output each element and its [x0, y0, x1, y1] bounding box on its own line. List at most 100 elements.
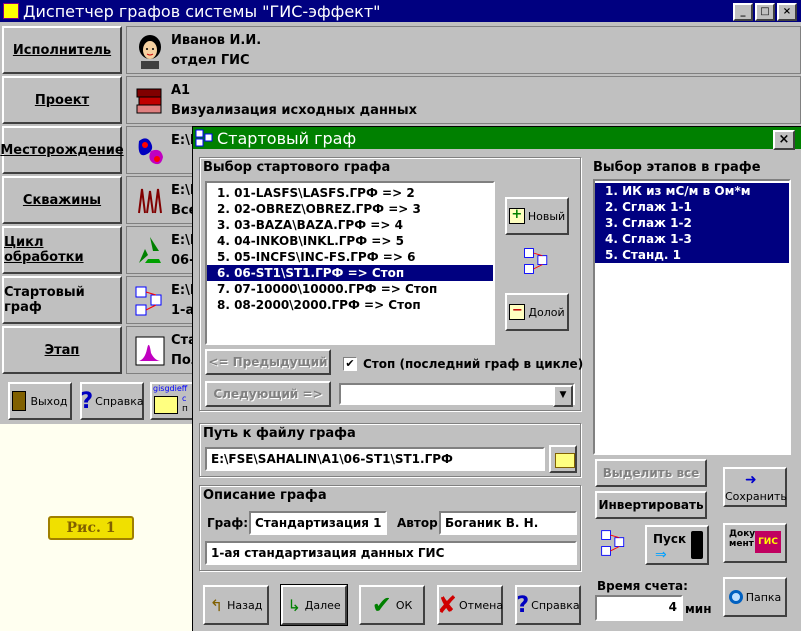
description-label: Описание графа [203, 488, 327, 503]
stages-label: Выбор этапов в графе [593, 160, 761, 175]
main-window-title: Диспетчер графов системы "ГИС-эффект" [23, 1, 381, 21]
stop-checkbox[interactable]: ✔ [343, 357, 357, 371]
question-icon: ? [516, 592, 530, 618]
prev-graph-button[interactable]: <= Предыдущий [205, 349, 331, 375]
run-button[interactable]: Пуск ⇒ [645, 525, 709, 565]
graph-list-item[interactable]: 1. 01-LASFS\LASFS.ГРФ => 2 [207, 185, 493, 201]
graph-select-dropdown[interactable]: ▼ [339, 383, 575, 407]
app-icon [3, 3, 19, 19]
project-name: Визуализация исходных данных [171, 103, 418, 118]
graph-list-item[interactable]: 8. 08-2000\2000.ГРФ => Стоп [207, 297, 493, 313]
main-help-button[interactable]: ? Справка [80, 382, 144, 420]
stage-list-item[interactable]: 2. Сглаж 1-1 [595, 199, 789, 215]
next-graph-button[interactable]: Следующий => [205, 381, 331, 407]
dialog-help-button[interactable]: ? Справка [515, 585, 581, 625]
invert-button[interactable]: Инвертировать [595, 491, 707, 519]
nav-button-stage[interactable]: Этап [2, 326, 122, 374]
select-graph-label: Выбор стартового графа [203, 160, 391, 175]
nav-button-start-graph[interactable]: Стартовый граф [2, 276, 122, 324]
browse-folder-button[interactable] [549, 445, 577, 473]
author-label: Автор: [397, 516, 443, 530]
forward-arrow-icon: ↳ [287, 595, 301, 615]
graph-name-label: Граф: [207, 516, 249, 530]
graph-list-item[interactable]: 6. 06-ST1\ST1.ГРФ => Стоп [207, 265, 493, 281]
card-icon [154, 396, 178, 414]
save-icon: ➜ [745, 472, 757, 488]
nav-button-wells[interactable]: Скважины [2, 176, 122, 224]
main-title-bar: Диспетчер графов системы "ГИС-эффект" _ … [0, 0, 801, 22]
start-graph-dialog: Стартовый граф × Выбор стартового графа … [192, 126, 801, 631]
stage-list-item[interactable]: 3. Сглаж 1-2 [595, 215, 789, 231]
maximize-button[interactable]: □ [755, 3, 775, 21]
close-main-button[interactable]: × [777, 3, 797, 21]
person-icon [139, 35, 161, 69]
author-field[interactable]: Боганик В. Н. [439, 511, 577, 535]
graph-list-item[interactable]: 3. 03-BAZA\BAZA.ГРФ => 4 [207, 217, 493, 233]
cancel-button[interactable]: ✘ Отмена [437, 585, 503, 625]
ok-button[interactable]: ✔ ОК [359, 585, 425, 625]
graph-list[interactable]: 1. 01-LASFS\LASFS.ГРФ => 2 2. 02-OBREZ\OB… [205, 181, 495, 345]
dialog-title: Стартовый граф [217, 128, 357, 148]
question-icon: ? [80, 388, 94, 414]
graph-list-item[interactable]: 5. 05-INCFS\INC-FS.ГРФ => 6 [207, 249, 493, 265]
nav-button-performer[interactable]: Исполнитель [2, 26, 122, 74]
path-field[interactable]: E:\FSE\SAHALIN\A1\06-ST1\ST1.ГРФ [205, 447, 545, 471]
book-icon: ГИС [755, 531, 781, 553]
stop-checkbox-label: Стоп (последний граф в цикле) [363, 357, 584, 371]
save-label: Сохранить [725, 490, 787, 503]
performer-dept: отдел ГИС [171, 53, 250, 68]
delete-graph-button[interactable]: − Долой [505, 293, 569, 331]
document-button[interactable]: Доку- мент ГИС [723, 523, 787, 563]
run-graph-icon [601, 530, 625, 556]
dialog-close-button[interactable]: × [773, 130, 795, 150]
field-map-icon [138, 138, 163, 165]
dialog-graph-icon [195, 129, 213, 147]
graph-icon [135, 286, 162, 316]
plus-icon: + [508, 208, 525, 224]
run-arrow-icon: ⇒ [655, 547, 667, 563]
select-all-button[interactable]: Выделить все [595, 459, 707, 487]
nav-button-project[interactable]: Проект [2, 76, 122, 124]
cycle-name: 06- [171, 253, 195, 268]
forward-button[interactable]: ↳ Далее [280, 584, 348, 626]
figure-label: Рис. 1 [48, 516, 134, 540]
wells-icon [138, 188, 162, 214]
nav-button-cycle[interactable]: Цикл обработки [2, 226, 122, 274]
graph-name-field[interactable]: Стандартизация 1 [249, 511, 387, 535]
dialog-title-bar: Стартовый граф × [193, 127, 801, 150]
stages-list[interactable]: 1. ИК из мС/м в Ом*м 2. Сглаж 1-1 3. Сглаж… [593, 179, 791, 455]
graph-list-item[interactable]: 2. 02-OBREZ\OBREZ.ГРФ => 3 [207, 201, 493, 217]
info-panel-project: А1 Визуализация исходных данных [126, 76, 801, 124]
graph-list-item[interactable]: 4. 04-INKOB\INKL.ГРФ => 5 [207, 233, 493, 249]
time-field[interactable]: 4 [595, 595, 683, 621]
chart-icon [135, 336, 165, 366]
performer-name: Иванов И.И. [171, 33, 262, 48]
exit-button[interactable]: Выход [8, 382, 72, 420]
minus-icon: − [509, 304, 526, 320]
path-label: Путь к файлу графа [203, 426, 356, 441]
graph-structure-icon [524, 248, 548, 274]
recycle-icon [139, 237, 161, 263]
folder-button[interactable]: Папка [723, 577, 787, 617]
stage-list-item[interactable]: 4. Сглаж 1-3 [595, 231, 789, 247]
info-panel-performer: Иванов И.И. отдел ГИС [126, 26, 801, 74]
cross-icon: ✘ [436, 591, 458, 619]
time-unit: мин [685, 602, 712, 616]
save-button[interactable]: ➜ Сохранить [723, 467, 787, 507]
nav-button-field[interactable]: Месторождение [0, 126, 124, 174]
gisgdief-button[interactable]: gisgdieff с п [150, 382, 194, 420]
project-code: А1 [171, 83, 191, 98]
folder-icon [555, 453, 575, 468]
checkmark-icon: ✔ [371, 591, 392, 619]
new-graph-button[interactable]: + Новый [505, 197, 569, 235]
door-icon [12, 391, 27, 411]
description-field[interactable]: 1-ая стандартизация данных ГИС [205, 541, 577, 565]
stage-list-item[interactable]: 5. Станд. 1 [595, 247, 789, 263]
traffic-light-icon [691, 531, 703, 559]
minimize-button[interactable]: _ [733, 3, 753, 21]
back-arrow-icon: ↰ [209, 595, 224, 615]
stage-list-item[interactable]: 1. ИК из мС/м в Ом*м [595, 183, 789, 199]
back-button[interactable]: ↰ Назад [203, 585, 269, 625]
chevron-down-icon[interactable]: ▼ [553, 385, 573, 407]
graph-list-item[interactable]: 7. 07-10000\10000.ГРФ => Стоп [207, 281, 493, 297]
